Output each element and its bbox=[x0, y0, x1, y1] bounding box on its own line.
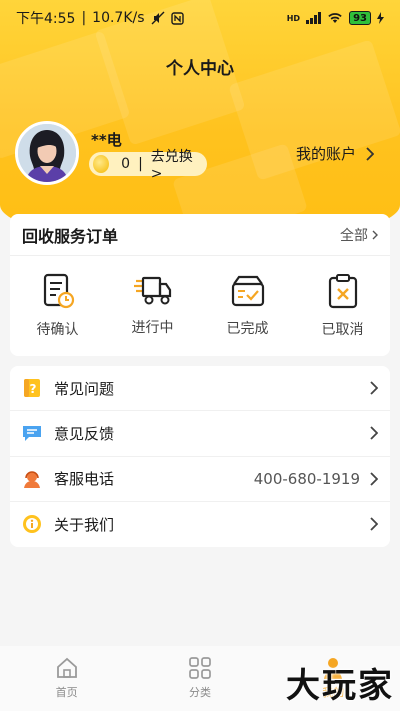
orders-all-link[interactable]: 全部 bbox=[340, 225, 378, 245]
my-account-label: 我的账户 bbox=[295, 145, 356, 163]
headset-icon bbox=[22, 469, 42, 489]
chevron-right-icon bbox=[366, 146, 374, 161]
truck-icon bbox=[133, 276, 171, 305]
order-status-in-progress[interactable]: 进行中 bbox=[105, 256, 200, 356]
my-account-link[interactable]: 我的账户 bbox=[296, 143, 374, 164]
tab-home[interactable]: 首页 bbox=[0, 646, 133, 711]
charging-icon bbox=[377, 12, 384, 24]
hd-badge: HD bbox=[286, 13, 301, 23]
chevron-right-icon bbox=[372, 230, 378, 239]
coin-icon bbox=[93, 155, 110, 173]
menu-item-label: 意见反馈 bbox=[54, 424, 115, 443]
username: **电 bbox=[91, 131, 122, 149]
recycle-orders-card: 回收服务订单 全部 待确认 进行中 已完成 已取消 bbox=[10, 214, 390, 356]
profile-header-background bbox=[0, 0, 400, 245]
menu-item-customer-service[interactable]: 客服电话 400-680-1919 bbox=[10, 457, 390, 502]
grid-icon bbox=[189, 657, 211, 679]
points-redeem-pill[interactable]: 0 | 去兑换> bbox=[89, 149, 207, 182]
orders-all-label: 全部 bbox=[340, 227, 368, 244]
status-bar: 下午4:55 | 10.7K/s HD 93 bbox=[0, 0, 400, 36]
svg-text:?: ? bbox=[30, 382, 37, 396]
order-status-cancelled[interactable]: 已取消 bbox=[295, 256, 390, 356]
nfc-icon bbox=[170, 11, 184, 25]
clipboard-clock-icon bbox=[43, 273, 74, 309]
question-icon: ? bbox=[22, 378, 42, 398]
menu-item-label: 客服电话 bbox=[54, 470, 115, 489]
page-title: 个人中心 bbox=[166, 59, 234, 79]
status-time: 下午4:55 bbox=[16, 11, 76, 27]
pill-separator: | bbox=[138, 156, 143, 172]
order-status-label: 待确认 bbox=[36, 322, 79, 338]
menu-item-label: 关于我们 bbox=[54, 515, 115, 534]
info-icon bbox=[22, 514, 42, 534]
chevron-right-icon bbox=[370, 517, 378, 532]
tab-label: 首页 bbox=[55, 686, 78, 699]
menu-item-feedback[interactable]: 意见反馈 bbox=[10, 411, 390, 457]
wifi-icon bbox=[328, 13, 342, 23]
order-status-label: 进行中 bbox=[131, 320, 174, 336]
order-status-pending[interactable]: 待确认 bbox=[10, 256, 105, 356]
settings-menu-card: ? 常见问题 意见反馈 客服电话 400-680-1919 关于我们 bbox=[10, 366, 390, 547]
order-status-label: 已取消 bbox=[321, 322, 364, 338]
clipboard-x-icon bbox=[328, 274, 357, 309]
order-status-completed[interactable]: 已完成 bbox=[200, 256, 295, 356]
watermark-logo: 大玩家 bbox=[286, 666, 394, 706]
chevron-right-icon bbox=[370, 381, 378, 395]
mute-icon bbox=[151, 11, 165, 25]
chevron-right-icon bbox=[370, 426, 378, 441]
chat-icon bbox=[22, 423, 42, 443]
points-value: 0 bbox=[121, 156, 131, 172]
avatar[interactable] bbox=[15, 121, 79, 185]
orders-title: 回收服务订单 bbox=[22, 226, 119, 246]
orders-header: 回收服务订单 全部 bbox=[10, 214, 390, 256]
menu-item-faq[interactable]: ? 常见问题 bbox=[10, 366, 390, 412]
network-speed: 10.7K/s bbox=[92, 10, 145, 26]
redeem-link[interactable]: 去兑换> bbox=[151, 146, 199, 182]
service-phone-number: 400-680-1919 bbox=[253, 469, 360, 488]
home-icon bbox=[56, 657, 77, 678]
menu-item-about[interactable]: 关于我们 bbox=[10, 502, 390, 547]
tab-category[interactable]: 分类 bbox=[133, 646, 266, 711]
box-check-icon bbox=[231, 275, 264, 307]
signal-icon bbox=[306, 12, 322, 24]
battery-indicator: 93 bbox=[349, 11, 371, 25]
menu-item-label: 常见问题 bbox=[54, 379, 115, 398]
chevron-right-icon bbox=[370, 471, 378, 486]
tab-label: 分类 bbox=[188, 686, 211, 699]
order-status-label: 已完成 bbox=[226, 321, 269, 337]
